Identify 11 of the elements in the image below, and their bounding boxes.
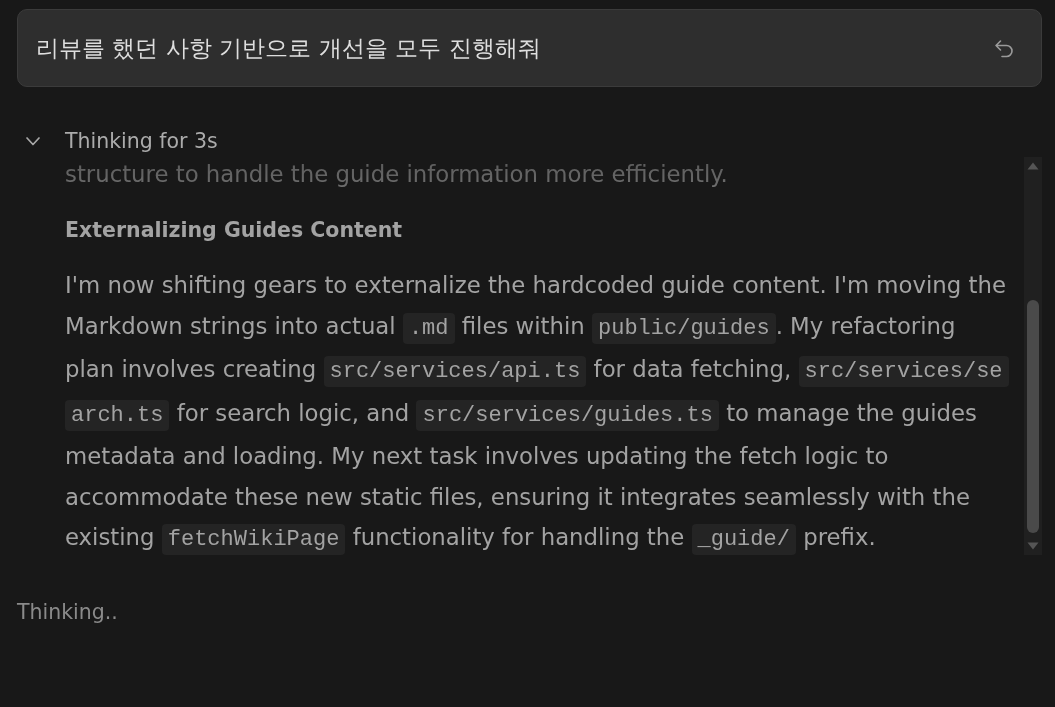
thinking-toggle[interactable]: Thinking for 3s bbox=[65, 127, 218, 155]
scroll-down-icon[interactable] bbox=[1027, 542, 1039, 550]
undo-icon[interactable] bbox=[993, 37, 1015, 59]
chevron-icon[interactable] bbox=[26, 136, 40, 146]
section-heading: Externalizing Guides Content bbox=[65, 217, 404, 244]
paragraph: structure to handle the guide information more efficiently. bbox=[65, 160, 729, 189]
paragraph: I'm now shifting gears to externalize the hardcoded guide content. I'm moving the Markdown strings into actual .md files within public/guides . My refactoring plan involves creating src/services/api.ts for data fetching, src/services/search.ts for search logic, and src/services/guides.ts to manage the guides metadata and loading. My next task involves updating the fetch logic to accommodate these new static files, ensuring it integrates seamlessly with the existing fetchWikiPage functionality for handling the _guide/ prefix. bbox=[65, 265, 1009, 555]
scroll-up-icon[interactable] bbox=[1027, 162, 1039, 170]
scrollbar-thumb[interactable] bbox=[1027, 300, 1039, 533]
status-text: Thinking.. bbox=[17, 599, 119, 626]
message-text: 리뷰를 했던 사항 기반으로 개선을 모두 진행해줘 bbox=[36, 33, 541, 63]
